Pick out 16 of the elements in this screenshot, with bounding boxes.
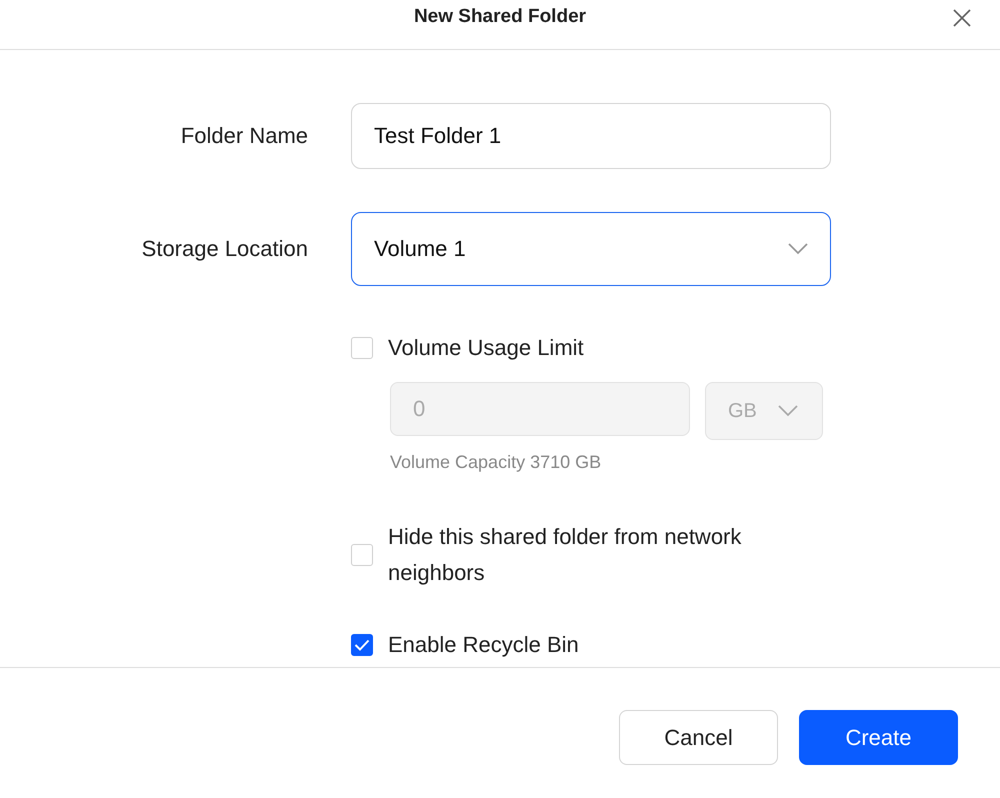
hint-text: Volume Capacity 3710 GB (390, 452, 602, 473)
select-field[interactable]: Volume 1 (351, 212, 831, 286)
chevron-down-icon (778, 405, 798, 417)
checkmark-icon (354, 639, 370, 651)
dialog-title: New Shared Folder (414, 6, 586, 28)
cancel-button[interactable]: Cancel (619, 710, 778, 765)
checkbox[interactable] (351, 634, 373, 656)
close-button[interactable] (952, 8, 972, 28)
checkbox-label: Volume Usage Limit (388, 334, 584, 362)
field-label: Folder Name (180, 123, 308, 149)
create-button[interactable]: Create (799, 710, 958, 765)
input-field[interactable]: Test Folder 1 (351, 103, 831, 169)
checkbox-label: Enable Recycle Bin (388, 631, 579, 659)
checkbox-label: Hide this shared folder from network neighbors (388, 523, 742, 587)
chevron-down-icon (788, 243, 808, 255)
field-label: Storage Location (142, 236, 308, 262)
